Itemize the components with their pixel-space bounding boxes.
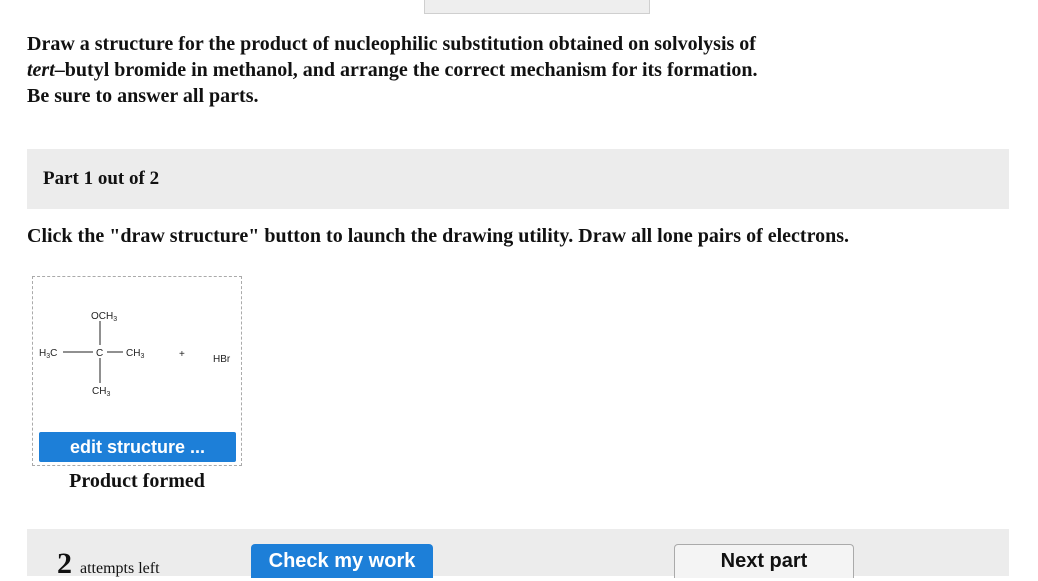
question-text: Draw a structure for the product of nucl…	[27, 31, 987, 109]
top-group-label: OCH3	[91, 311, 117, 323]
question-line-3: Be sure to answer all parts.	[27, 85, 259, 107]
question-tert: tert	[27, 59, 55, 81]
plus-sign: +	[179, 349, 185, 360]
right-group-label: CH3	[126, 348, 144, 360]
structure-drawing-area[interactable]: OCH3 H3C C CH3 CH3 + HBr edit structure …	[32, 276, 242, 466]
product-caption: Product formed	[69, 470, 205, 492]
attempts-label: attempts left	[80, 560, 160, 577]
bottom-group-label: CH3	[92, 386, 110, 398]
part-header: Part 1 out of 2	[27, 149, 1009, 209]
instruction-text: Click the "draw structure" button to lau…	[27, 225, 850, 247]
question-line-2-rest: –butyl bromide in methanol, and arrange …	[54, 59, 758, 81]
check-my-work-button[interactable]: Check my work	[251, 544, 433, 578]
part-label: Part 1 out of 2	[43, 168, 160, 189]
left-group-label: H3C	[39, 348, 57, 360]
molecule-structure: OCH3 H3C C CH3 CH3 + HBr	[39, 311, 231, 398]
next-part-button[interactable]: Next part	[674, 544, 854, 578]
top-tab[interactable]	[424, 0, 650, 14]
question-line-1: Draw a structure for the product of nucl…	[27, 33, 756, 55]
edit-structure-button[interactable]: edit structure ...	[39, 432, 236, 462]
footer-bar: 2 attempts left Check my work Next part	[27, 529, 1009, 580]
center-atom-label: C	[96, 348, 103, 359]
question-line-2: tert–butyl bromide in methanol, and arra…	[27, 57, 987, 83]
byproduct-label: HBr	[213, 354, 231, 365]
